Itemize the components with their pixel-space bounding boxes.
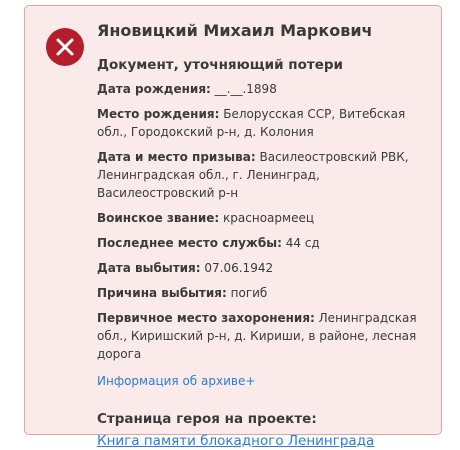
person-name: Яновицкий Михаил Маркович (97, 21, 373, 40)
close-x-icon (46, 28, 84, 66)
record-content: Яновицкий Михаил Маркович Документ, уточ… (97, 20, 435, 450)
field-label: Дата рождения: (97, 82, 211, 96)
soldier-record-card: Яновицкий Михаил Маркович Документ, уточ… (24, 5, 442, 449)
field-birth-date: Дата рождения: __.__.1898 (97, 80, 435, 98)
field-dropout-date: Дата выбытия: 07.06.1942 (97, 259, 435, 277)
field-burial-place: Первичное место захоронения: Ленинградск… (97, 309, 435, 363)
field-label: Дата выбытия: (97, 261, 201, 275)
hero-page-link[interactable]: Книга памяти блокадного Ленинграда (97, 433, 374, 449)
field-label: Воинское звание: (97, 211, 220, 225)
hero-page-title: Страница героя на проекте: (97, 411, 317, 427)
field-birth-place: Место рождения: Белорусская ССР, Витебск… (97, 105, 435, 141)
field-label: Место рождения: (97, 107, 220, 121)
field-rank: Воинское звание: красноармеец (97, 209, 435, 227)
field-value: красноармеец (223, 211, 315, 225)
field-label: Первичное место захоронения: (97, 311, 315, 325)
archive-info-link[interactable]: Информация об архиве+ (97, 372, 255, 390)
field-label: Причина выбытия: (97, 286, 227, 300)
field-value: 07.06.1942 (204, 261, 274, 275)
field-conscription: Дата и место призыва: Василеостровский Р… (97, 148, 435, 202)
field-label: Дата и место призыва: (97, 150, 256, 164)
field-value: 44 сд (285, 236, 320, 250)
document-type: Документ, уточняющий потери (97, 57, 343, 73)
field-value: __.__.1898 (214, 82, 277, 96)
field-label: Последнее место службы: (97, 236, 282, 250)
field-dropout-reason: Причина выбытия: погиб (97, 284, 435, 302)
field-value: погиб (230, 286, 268, 300)
field-last-service: Последнее место службы: 44 сд (97, 234, 435, 252)
